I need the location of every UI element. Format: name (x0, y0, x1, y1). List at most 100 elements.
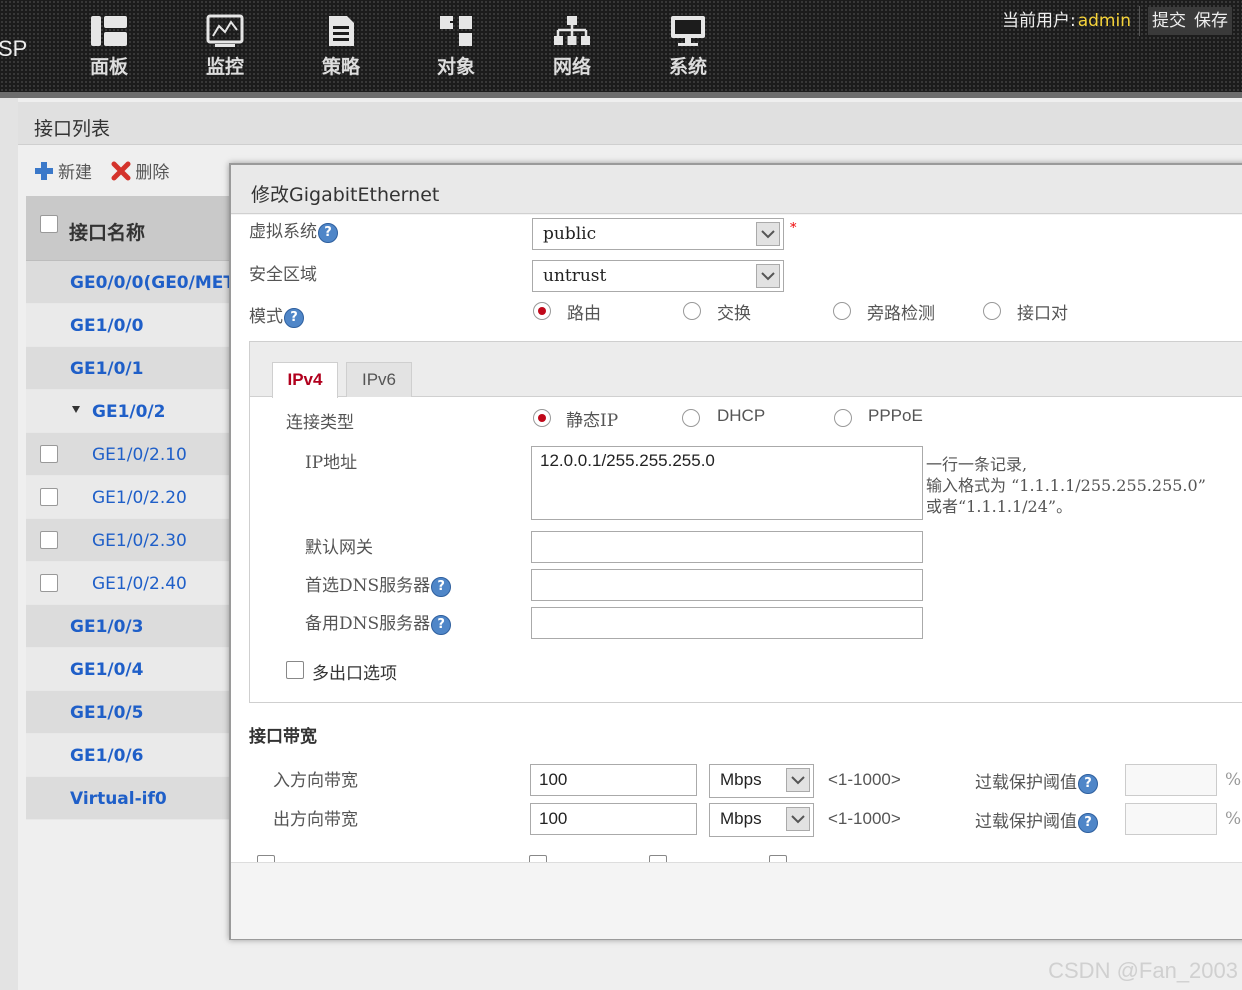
nav-system[interactable]: 系统 (653, 14, 723, 79)
help-icon[interactable]: ? (431, 576, 452, 597)
table-row[interactable]: GE1/0/1 (26, 347, 231, 390)
interface-name[interactable]: GE1/0/2 (92, 402, 165, 422)
table-row[interactable]: GE1/0/4 (26, 648, 231, 691)
dropdown-button[interactable] (786, 768, 810, 792)
dashboard-icon (91, 16, 127, 46)
row-checkbox[interactable] (40, 531, 58, 549)
in-range-text: <1-1000> (828, 770, 901, 789)
mode-bypass-radio[interactable] (833, 302, 851, 320)
zone-value: untrust (543, 266, 607, 286)
interface-name[interactable]: GE1/0/5 (70, 703, 143, 723)
nav-policy[interactable]: 策略 (306, 14, 376, 79)
table-row[interactable]: GE1/0/2.10 (26, 433, 231, 476)
in-overload-input[interactable] (1125, 764, 1217, 796)
help-icon[interactable]: ? (284, 307, 304, 328)
tab-ipv4[interactable]: IPv4 (272, 362, 338, 398)
http-checkbox[interactable] (529, 855, 547, 862)
interface-name[interactable]: Virtual-if0 (70, 789, 167, 809)
in-overload-label: 过载保护阈值? (975, 768, 1098, 794)
dns1-label: 首选DNS服务器? (305, 571, 452, 597)
interface-name[interactable]: GE1/0/0 (70, 316, 143, 336)
policy-icon (329, 16, 354, 46)
nav-object[interactable]: 对象 (421, 14, 491, 79)
table-row[interactable]: GE1/0/2.40 (26, 562, 231, 605)
edit-interface-dialog: 修改GigabitEthernet 虚拟系统? public * 安全区域 un… (229, 163, 1242, 940)
access-mgmt-checkbox[interactable] (257, 855, 275, 862)
row-checkbox[interactable] (40, 445, 58, 463)
mode-route-radio[interactable] (533, 302, 551, 320)
interface-table: 接口名称 GE0/0/0(GE0/METH GE1/0/0 GE1/0/1 GE… (26, 196, 231, 820)
bandwidth-section-title: 接口带宽 (249, 727, 317, 747)
dhcp-radio[interactable] (682, 409, 700, 427)
submit-button[interactable]: 提交 (1148, 7, 1190, 35)
dns2-input[interactable] (531, 607, 923, 639)
new-button[interactable]: 新建 (34, 158, 92, 183)
nav-network[interactable]: 网络 (537, 14, 607, 79)
dropdown-button[interactable] (756, 222, 780, 246)
row-checkbox[interactable] (40, 574, 58, 592)
interface-name[interactable]: GE1/0/2.10 (92, 445, 187, 465)
interface-name[interactable]: GE1/0/2.30 (92, 531, 187, 551)
dns2-label-text: 备用DNS服务器 (305, 614, 431, 634)
vsys-select[interactable]: public (532, 218, 784, 250)
pppoe-radio[interactable] (834, 409, 852, 427)
multi-exit-checkbox[interactable] (286, 661, 304, 679)
mode-label: 模式? (249, 302, 304, 328)
dns2-label: 备用DNS服务器? (305, 609, 452, 635)
dialog-title-bar[interactable]: 修改GigabitEthernet (231, 165, 1242, 214)
gateway-input[interactable] (531, 531, 923, 563)
dropdown-button[interactable] (756, 264, 780, 288)
nav-dashboard[interactable]: 面板 (74, 14, 144, 79)
dialog-title: 修改GigabitEthernet (251, 184, 440, 206)
dropdown-button[interactable] (786, 807, 810, 831)
table-row[interactable]: Virtual-if0 (26, 777, 231, 820)
interface-name[interactable]: GE1/0/3 (70, 617, 143, 637)
row-checkbox[interactable] (40, 488, 58, 506)
out-unit-select[interactable]: Mbps (709, 803, 814, 837)
interface-name[interactable]: GE1/0/1 (70, 359, 143, 379)
interface-name[interactable]: GE0/0/0(GE0/METH (70, 273, 231, 293)
table-row[interactable]: GE0/0/0(GE0/METH (26, 261, 231, 304)
table-row[interactable]: GE1/0/6 (26, 734, 231, 777)
help-icon[interactable]: ? (1078, 812, 1098, 833)
interface-name[interactable]: GE1/0/6 (70, 746, 143, 766)
ping-checkbox[interactable] (769, 855, 787, 862)
delete-button[interactable]: 删除 (111, 158, 169, 183)
interface-name[interactable]: GE1/0/4 (70, 660, 143, 680)
tab-ipv6[interactable]: IPv6 (346, 362, 412, 397)
mode-switch-radio[interactable] (683, 302, 701, 320)
static-ip-radio[interactable] (533, 409, 551, 427)
collapse-triangle-icon[interactable] (72, 406, 80, 413)
table-row[interactable]: GE1/0/2 (26, 390, 231, 433)
table-row[interactable]: GE1/0/2.20 (26, 476, 231, 519)
help-icon[interactable]: ? (1078, 773, 1098, 794)
out-bandwidth-input[interactable] (530, 803, 697, 835)
plus-icon (35, 161, 53, 180)
help-icon[interactable]: ? (318, 222, 338, 243)
divider (1139, 6, 1140, 36)
dns1-input[interactable] (531, 569, 923, 601)
in-unit-select[interactable]: Mbps (709, 764, 814, 798)
multi-exit-label: 多出口选项 (312, 664, 397, 684)
zone-select[interactable]: untrust (532, 260, 784, 292)
table-row[interactable]: GE1/0/0 (26, 304, 231, 347)
nav-monitor[interactable]: 监控 (190, 14, 260, 79)
help-icon[interactable]: ? (431, 614, 452, 635)
https-checkbox[interactable] (649, 855, 667, 862)
mode-pair-radio[interactable] (983, 302, 1001, 320)
in-bandwidth-input[interactable] (530, 764, 697, 796)
ip-address-textarea[interactable]: 12.0.0.1/255.255.255.0 (531, 446, 923, 520)
monitor-icon (206, 14, 244, 47)
current-user-name[interactable]: admin (1078, 11, 1131, 31)
table-row[interactable]: GE1/0/2.30 (26, 519, 231, 562)
out-percent-sign: % (1225, 809, 1242, 829)
dialog-footer (231, 862, 1242, 939)
required-marker: * (790, 221, 797, 236)
interface-name[interactable]: GE1/0/2.20 (92, 488, 187, 508)
save-button[interactable]: 保存 (1190, 7, 1232, 35)
table-row[interactable]: GE1/0/5 (26, 691, 231, 734)
select-all-checkbox[interactable] (40, 215, 58, 233)
out-overload-input[interactable] (1125, 803, 1217, 835)
interface-name[interactable]: GE1/0/2.40 (92, 574, 187, 594)
table-row[interactable]: GE1/0/3 (26, 605, 231, 648)
